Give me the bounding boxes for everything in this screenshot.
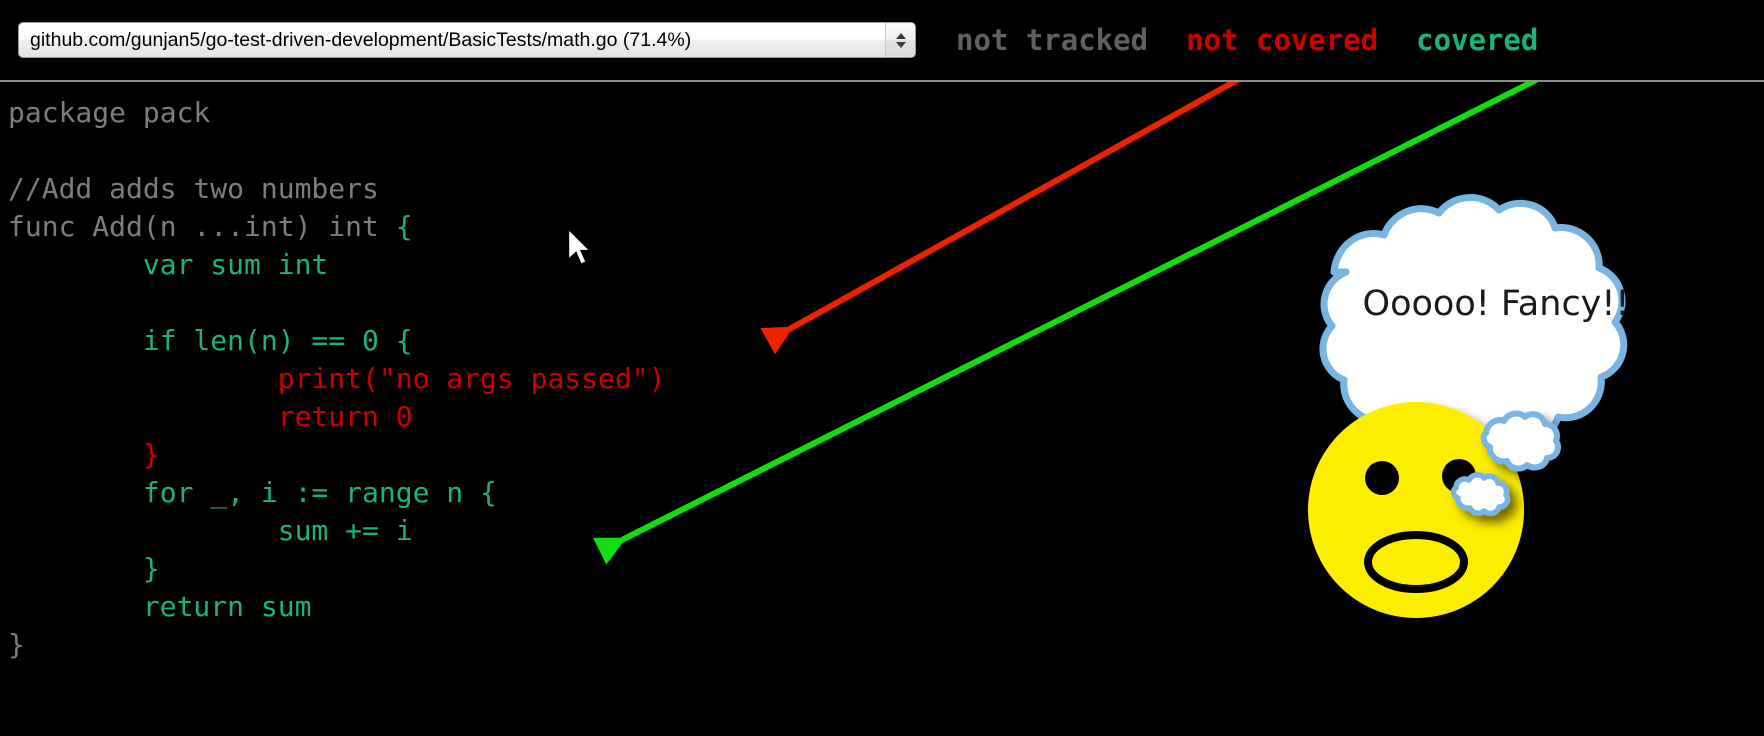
code-segment-notcovered: print("no args passed") [8, 362, 666, 395]
toolbar: github.com/gunjan5/go-test-driven-develo… [0, 0, 1764, 82]
code-segment-nottracked: func Add(n ...int) int [8, 210, 396, 243]
thought-bubble-text: Ooooo! Fancy!! [1363, 284, 1630, 324]
coverage-legend: not tracked not covered covered [956, 23, 1538, 57]
code-segment-covered: for _, i := range n { [8, 476, 497, 509]
legend-item-not-covered: not covered [1186, 23, 1379, 57]
file-selector[interactable]: github.com/gunjan5/go-test-driven-develo… [18, 22, 916, 58]
thought-puff-large [1480, 410, 1561, 472]
legend-item-not-tracked: not tracked [956, 23, 1149, 57]
code-segment-covered: return sum [8, 590, 312, 623]
code-segment-nottracked: //Add adds two numbers [8, 172, 379, 205]
mouse-cursor [567, 228, 592, 266]
thought-puff-small [1450, 472, 1511, 517]
legend-item-covered: covered [1416, 23, 1539, 57]
code-segment-covered: sum += i [8, 514, 413, 547]
code-segment-notcovered: return 0 [8, 400, 413, 433]
code-segment-covered: if len(n) == 0 { [8, 324, 413, 357]
surprised-face-with-thought-bubble: Ooooo! Fancy!! [1308, 194, 1630, 618]
file-selector-wrapper: github.com/gunjan5/go-test-driven-develo… [18, 22, 916, 58]
code-segment-covered: var sum int [8, 248, 329, 281]
code-segment-covered: } [8, 552, 160, 585]
code-line: package pack [8, 94, 1764, 132]
code-segment-covered: { [395, 210, 413, 243]
left-eye [1365, 461, 1399, 495]
code-segment-nottracked: package pack [8, 96, 211, 129]
code-segment-notcovered: } [8, 438, 160, 471]
code-segment-nottracked: } [8, 628, 25, 661]
